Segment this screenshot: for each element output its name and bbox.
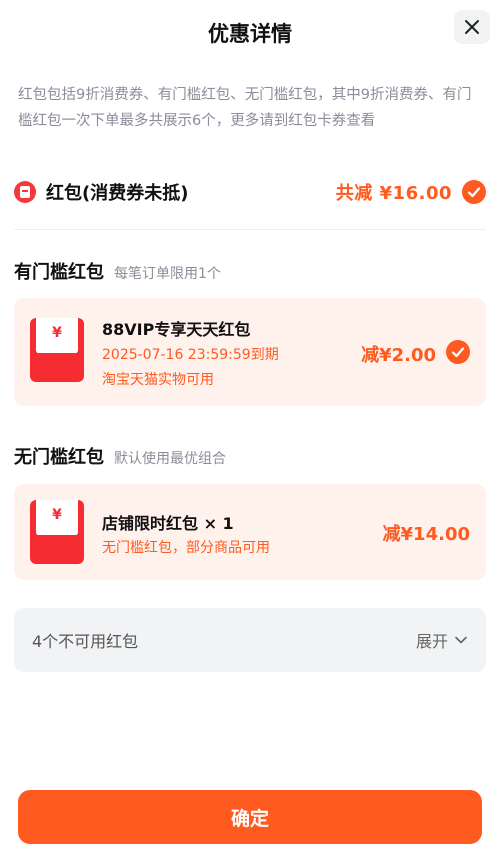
divider — [14, 229, 486, 230]
coupon-discount: 减¥2.00 — [361, 345, 436, 366]
check-icon[interactable] — [462, 180, 486, 204]
summary-amount: 共减 ¥16.00 — [335, 183, 452, 204]
section-subtitle: 每笔订单限用1个 — [114, 266, 221, 282]
coupon-expiry: 2025-07-16 23:59:59到期 — [102, 347, 279, 363]
yen-icon: ¥ — [52, 507, 62, 523]
close-button[interactable] — [454, 10, 490, 44]
unavailable-coupons-row[interactable]: 4个不可用红包 展开 — [14, 608, 486, 672]
section-subtitle: 默认使用最优组合 — [114, 451, 226, 467]
yen-icon: ¥ — [52, 325, 62, 341]
red-envelope-icon: ¥ — [30, 318, 84, 382]
no-threshold-section-header: 无门槛红包 默认使用最优组合 — [14, 443, 226, 469]
section-title: 有门槛红包 — [14, 262, 104, 283]
coupon-name: 88VIP专享天天红包 — [102, 320, 251, 339]
close-icon — [465, 20, 479, 34]
summary-row: 红包(消费券未抵) 共减 ¥16.00 — [14, 175, 486, 209]
header: 优惠详情 — [0, 0, 500, 64]
confirm-button[interactable]: 确定 — [18, 790, 482, 844]
page-title: 优惠详情 — [208, 22, 292, 46]
red-envelope-icon: ¥ — [30, 500, 84, 564]
red-packet-icon — [14, 181, 36, 203]
threshold-section-header: 有门槛红包 每笔订单限用1个 — [14, 258, 221, 284]
summary-total[interactable]: 共减 ¥16.00 — [336, 179, 486, 205]
coupon-scope: 无门槛红包，部分商品可用 — [102, 540, 270, 556]
coupon-discount: 减¥14.00 — [382, 524, 470, 545]
section-title: 无门槛红包 — [14, 447, 104, 468]
expand-button[interactable]: 展开 — [416, 628, 468, 652]
description-text: 红包包括9折消费券、有门槛红包、无门槛红包，其中9折消费券、有门槛红包一次下单最… — [18, 87, 472, 129]
check-icon[interactable] — [446, 340, 470, 364]
coupon-card-88vip[interactable]: ¥ 88VIP专享天天红包 2025-07-16 23:59:59到期 淘宝天猫… — [14, 298, 486, 406]
summary-label: 红包(消费券未抵) — [46, 183, 189, 204]
coupon-name: 店铺限时红包 × 1 — [102, 514, 234, 533]
expand-label: 展开 — [415, 632, 448, 651]
unavailable-label: 4个不可用红包 — [32, 632, 139, 651]
coupon-scope: 淘宝天猫实物可用 — [102, 372, 214, 388]
chevron-down-icon — [455, 636, 467, 644]
coupon-card-store[interactable]: ¥ 店铺限时红包 × 1 无门槛红包，部分商品可用 减¥14.00 — [14, 484, 486, 580]
